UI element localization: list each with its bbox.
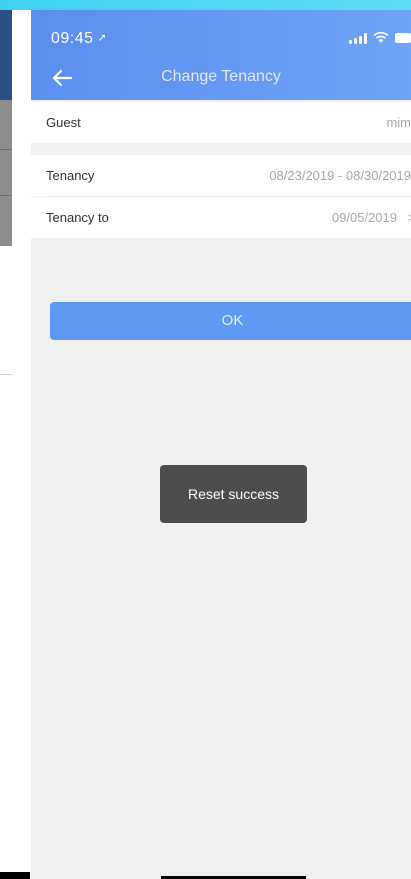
background-app-header bbox=[0, 10, 12, 100]
background-divider bbox=[0, 374, 12, 375]
ok-button[interactable]: OK bbox=[50, 302, 411, 340]
tenancy-to-value[interactable]: 09/05/2019 bbox=[332, 210, 397, 225]
status-bar-icons bbox=[349, 32, 411, 44]
tenancy-label: Tenancy bbox=[46, 168, 95, 183]
time-text: 09:45 bbox=[51, 30, 94, 47]
page-title: Change Tenancy bbox=[161, 68, 281, 85]
tenancy-row: Tenancy 08/23/2019 - 08/30/2019 bbox=[31, 155, 411, 196]
top-accent-strip bbox=[0, 0, 411, 10]
signal-icon bbox=[349, 32, 367, 44]
status-bar-time: 09:45 ➚ bbox=[51, 30, 107, 48]
battery-icon bbox=[395, 33, 411, 43]
screenshot-frame: 09:45 ➚ Change Tenancy Guest mim Tenancy… bbox=[0, 0, 411, 879]
tenancy-to-label: Tenancy to bbox=[46, 210, 109, 225]
background-home-bar bbox=[0, 872, 30, 879]
background-app-edge bbox=[0, 10, 30, 879]
tenancy-value: 08/23/2019 - 08/30/2019 bbox=[269, 168, 411, 183]
tenancy-to-row[interactable]: Tenancy to 09/05/2019 > bbox=[31, 197, 411, 238]
change-tenancy-screen: 09:45 ➚ Change Tenancy Guest mim Tenancy… bbox=[31, 10, 411, 879]
guest-label: Guest bbox=[46, 115, 81, 130]
navigation-bar: 09:45 ➚ Change Tenancy bbox=[31, 10, 411, 100]
background-row-divider bbox=[0, 149, 12, 150]
background-row-divider bbox=[0, 195, 12, 196]
guest-row: Guest mim bbox=[31, 102, 411, 143]
wifi-icon bbox=[373, 32, 389, 43]
location-arrow-icon: ➚ bbox=[97, 32, 108, 44]
toast-message: Reset success bbox=[160, 465, 307, 523]
chevron-right-icon: > bbox=[407, 210, 411, 225]
background-app-rows bbox=[0, 100, 12, 246]
guest-value: mim bbox=[386, 115, 411, 130]
